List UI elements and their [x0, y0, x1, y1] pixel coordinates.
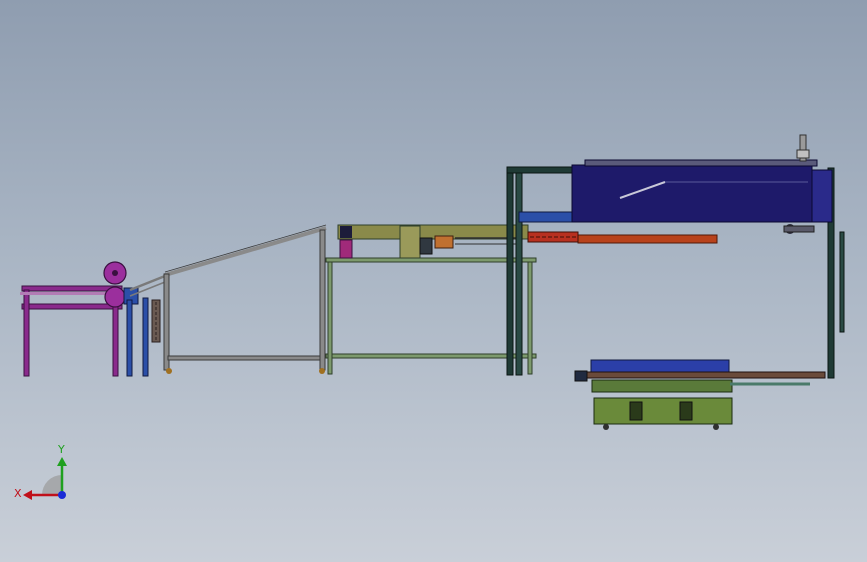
lower-cart	[574, 359, 826, 430]
y-axis-label: Y	[57, 443, 65, 456]
axis-triad[interactable]: Y X	[14, 443, 67, 500]
cad-viewport[interactable]: Y X	[0, 0, 867, 562]
center-table	[325, 224, 537, 375]
triad-arc	[42, 475, 62, 495]
x-axis-head	[23, 490, 32, 500]
press-hood	[571, 134, 833, 234]
z-axis-dot	[58, 491, 66, 499]
x-axis-label: X	[14, 487, 22, 500]
nip-rollers	[103, 261, 149, 377]
orange-bar	[527, 231, 718, 244]
y-axis-head	[57, 457, 67, 466]
inclined-conveyor	[163, 224, 327, 374]
